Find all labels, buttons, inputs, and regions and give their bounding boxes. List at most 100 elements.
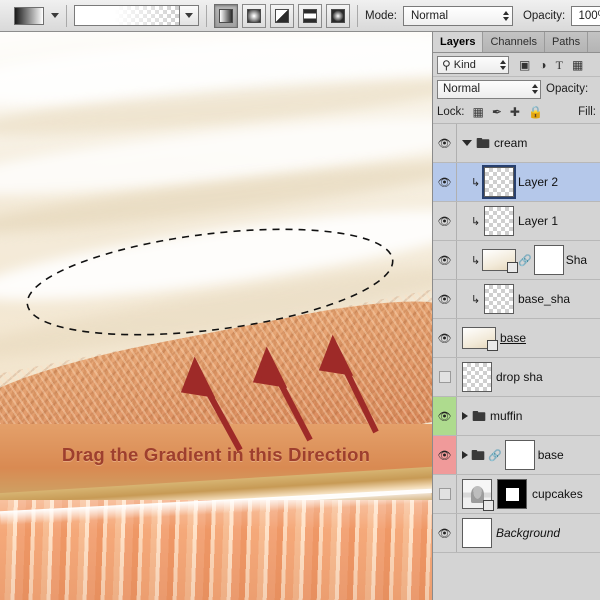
gradient-preview-swatch[interactable] [75,6,179,25]
lock-transparent-pixels-icon[interactable]: ▦ [473,106,484,118]
layers-list: 👁 🖿 cream 👁 ↳ Layer 2 👁 ↳ Layer 1 👁 ↳ 🔗 … [433,124,600,553]
layer-row-base-group[interactable]: 👁 🖿 🔗 base [433,436,600,475]
layers-panel: Layers Channels Paths ⚲ Kind ▣ ◑ T ▦ Nor… [432,32,600,600]
layer-blend-mode-value: Normal [443,83,481,95]
linear-gradient-button[interactable] [214,3,238,28]
layer-thumbnail[interactable] [484,206,514,236]
eye-icon: 👁 [437,449,452,462]
lock-image-pixels-icon[interactable]: ✒ [492,106,502,118]
filter-kind-select[interactable]: ⚲ Kind [437,55,509,74]
photoshop-window: Mode: Normal Opacity: 100% Rev [0,0,600,600]
layer-name[interactable]: Layer 1 [518,214,558,228]
disclosure-triangle-icon[interactable] [462,140,472,146]
group-mask-thumbnail[interactable] [504,440,535,470]
gradient-type-buttons [214,3,350,28]
layer-row-drop-sha[interactable]: drop sha [433,358,600,397]
pixel-filter-icon[interactable]: ▣ [519,59,530,71]
visibility-toggle[interactable]: 👁 [433,124,457,162]
smart-object-badge-icon [507,262,518,273]
angle-gradient-button[interactable] [270,3,294,28]
visibility-toggle[interactable]: 👁 [433,163,457,201]
type-filter-icon[interactable]: T [556,59,563,71]
layer-mask-thumbnail[interactable] [497,479,527,509]
opacity-input[interactable]: 100% [571,5,600,26]
blend-mode-select[interactable]: Normal [402,5,513,26]
layer-name[interactable]: Background [496,526,560,540]
eye-icon: 👁 [437,410,452,423]
visibility-toggle[interactable]: 👁 [433,241,457,279]
tab-layers[interactable]: Layers [433,32,484,52]
panel-opacity-label: Opacity: [546,83,589,95]
disclosure-triangle-icon[interactable] [462,451,468,459]
image-canvas[interactable]: Drag the Gradient in this Direction [0,32,432,600]
layer-name[interactable]: Layer 2 [518,175,558,189]
reflected-gradient-button[interactable] [298,3,322,28]
eye-icon: 👁 [437,332,452,345]
layer-row-layer-2[interactable]: 👁 ↳ Layer 2 [433,163,600,202]
folder-icon: 🖿 [471,447,485,463]
gradient-preset-picker[interactable] [74,5,199,26]
adjustment-filter-icon[interactable]: ◑ [539,59,546,71]
eye-icon: 👁 [437,137,452,150]
divider [206,4,207,27]
smart-object-badge-icon [483,500,494,511]
visibility-toggle[interactable] [433,475,457,513]
disclosure-triangle-icon[interactable] [462,412,468,420]
clipping-mask-icon: ↳ [471,293,481,306]
visibility-toggle[interactable]: 👁 [433,514,457,552]
layer-thumbnail[interactable] [462,518,492,548]
layer-row-cupcakes[interactable]: cupcakes [433,475,600,514]
stepper-icon[interactable] [532,84,538,94]
layer-thumbnail[interactable] [484,284,514,314]
layer-name[interactable]: cupcakes [532,487,583,501]
stepper-icon[interactable] [502,10,509,21]
radial-gradient-button[interactable] [242,3,266,28]
layer-row-background[interactable]: 👁 Background [433,514,600,553]
lock-all-icon[interactable]: 🔒 [528,106,543,118]
layer-name[interactable]: base_sha [518,292,570,306]
gradient-picker-chevron-down-icon[interactable] [179,6,198,25]
layer-thumbnail[interactable] [482,165,516,199]
fill-label: Fill: [578,106,596,118]
tab-channels[interactable]: Channels [483,32,545,52]
visibility-toggle[interactable]: 👁 [433,436,457,474]
gradient-direction-hint: Drag the Gradient in this Direction [61,444,371,465]
visibility-toggle[interactable]: 👁 [433,319,457,357]
layer-row-muffin[interactable]: 👁 🖿 muffin [433,397,600,436]
layer-name[interactable]: drop sha [496,370,543,384]
layer-row-base-sha[interactable]: 👁 ↳ base_sha [433,280,600,319]
layer-name[interactable]: base [538,448,564,462]
layer-row-sha[interactable]: 👁 ↳ 🔗 Sha [433,241,600,280]
eye-icon: 👁 [437,215,452,228]
layer-name[interactable]: Sha [566,253,587,267]
visibility-toggle[interactable]: 👁 [433,202,457,240]
layer-row-base-layer[interactable]: 👁 base [433,319,600,358]
visibility-toggle[interactable]: 👁 [433,280,457,318]
direction-arrows [180,334,379,452]
shape-filter-icon[interactable]: ▦ [572,59,583,71]
layer-name[interactable]: cream [494,136,527,150]
link-icon[interactable]: 🔗 [488,449,502,462]
stepper-icon[interactable] [500,59,506,70]
layer-name[interactable]: muffin [490,409,522,423]
opacity-value: 100% [578,9,600,22]
visibility-toggle[interactable] [433,358,457,396]
layer-thumbnail[interactable] [462,362,492,392]
layer-row-cream[interactable]: 👁 🖿 cream [433,124,600,163]
panel-tab-bar: Layers Channels Paths [433,32,600,53]
filter-type-icons: ▣ ◑ T ▦ [513,59,583,71]
tab-paths[interactable]: Paths [545,32,589,52]
tool-preset-chevron-down-icon[interactable] [51,13,59,18]
gradient-tool-icon[interactable] [14,6,44,25]
layer-mask-thumbnail[interactable] [533,245,564,275]
link-icon[interactable]: 🔗 [518,254,532,267]
layer-blend-mode-select[interactable]: Normal [437,79,541,99]
mode-label: Mode: [365,9,397,22]
visibility-toggle[interactable]: 👁 [433,397,457,435]
layer-name[interactable]: base [500,331,526,345]
lock-position-icon[interactable]: ✚ [510,106,520,118]
eye-off-icon [438,488,451,500]
layer-row-layer-1[interactable]: 👁 ↳ Layer 1 [433,202,600,241]
gradient-tool-options-bar: Mode: Normal Opacity: 100% Rev [0,0,600,32]
diamond-gradient-button[interactable] [326,3,350,28]
